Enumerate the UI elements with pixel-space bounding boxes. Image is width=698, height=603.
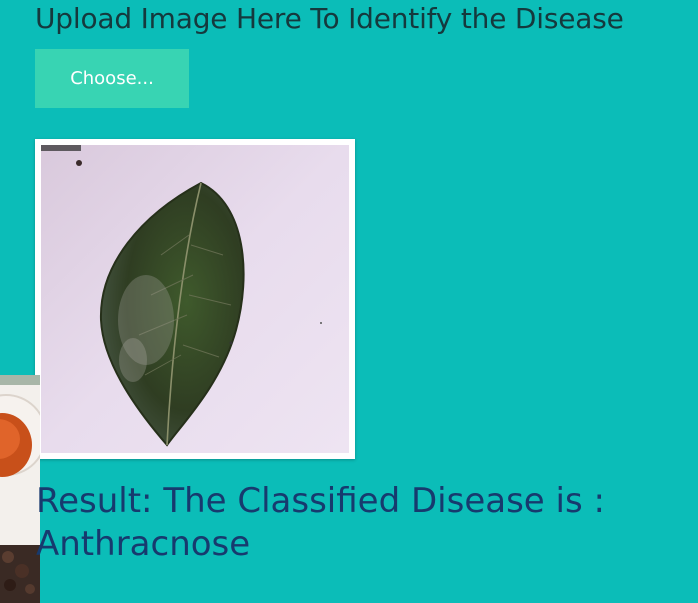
choose-file-button[interactable]: Choose...: [35, 49, 189, 108]
teacup-photo-icon: [0, 375, 40, 603]
leaf-photo-icon: [41, 145, 349, 453]
upload-heading: Upload Image Here To Identify the Diseas…: [35, 2, 624, 35]
result-text: Result: The Classified Disease is : Anth…: [36, 481, 605, 564]
uploaded-image-preview: [35, 139, 355, 459]
